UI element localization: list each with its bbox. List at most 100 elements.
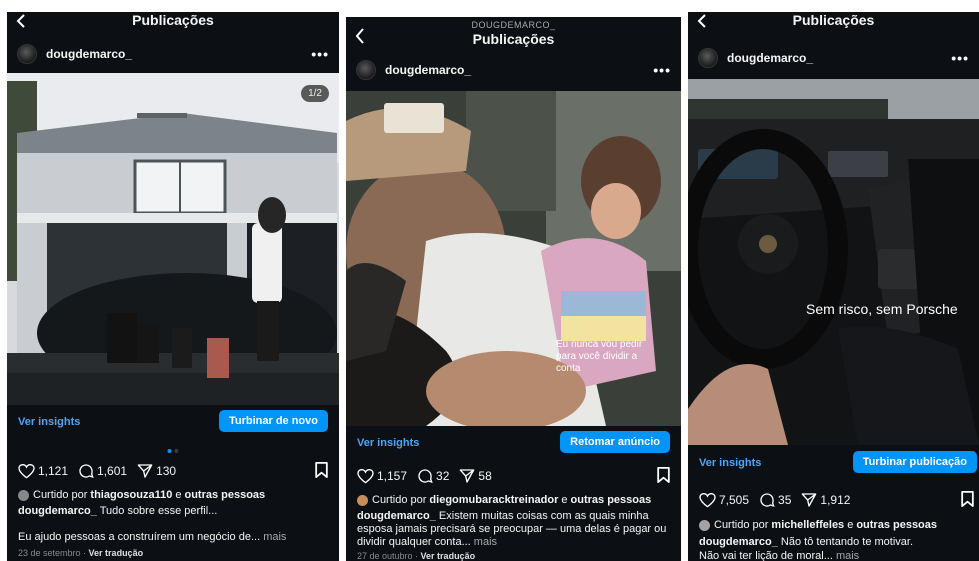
chevron-left-icon[interactable]	[15, 12, 29, 30]
comment-icon	[79, 464, 94, 479]
action-bar: 1,121 1,601 130	[18, 461, 328, 481]
carousel-dot	[174, 449, 179, 453]
translate-link[interactable]: Ver tradução	[421, 551, 476, 561]
view-insights-link[interactable]: Ver insights	[18, 416, 80, 428]
post-date: 23 de setembro	[18, 548, 81, 558]
photo-overlay-text: Eu nunca vou pedir para você dividir a c…	[556, 339, 643, 374]
more-link[interactable]: mais	[263, 531, 286, 543]
likes-count: 1,121	[38, 464, 69, 478]
action-bar: 7,505 35 1,912	[699, 490, 974, 510]
caption-continued: Eu ajudo pessoas a construírem um negóci…	[18, 531, 261, 543]
more-icon[interactable]: •••	[311, 46, 329, 62]
chevron-left-icon[interactable]	[696, 12, 710, 30]
bookmark-icon[interactable]	[315, 462, 328, 481]
more-icon[interactable]: •••	[951, 50, 969, 66]
caption-username[interactable]: dougdemarco_	[699, 536, 778, 548]
liked-user[interactable]: thiagosouza110	[90, 489, 172, 501]
shares-count: 1,912	[820, 493, 851, 507]
boost-post-button[interactable]: Turbinar publicação	[852, 451, 977, 473]
like-action[interactable]: 7,505	[699, 492, 750, 508]
liked-by[interactable]: Curtido por thiagosouza110 e outras pess…	[18, 489, 333, 501]
share-icon	[460, 469, 475, 483]
caption-text: Não tô tentando te motivar.	[780, 536, 914, 548]
caption-line-2: Não vai ter lição de moral... mais	[699, 550, 971, 561]
liked-others[interactable]: outras pessoas	[184, 489, 265, 501]
caption: dougdemarco_ Existem muitas coisas com a…	[357, 510, 673, 549]
more-icon[interactable]: •••	[653, 62, 671, 78]
liker-avatar	[18, 489, 29, 501]
caption-continued: Não vai ter lição de moral...	[699, 550, 833, 561]
shares-count: 58	[478, 469, 492, 483]
carousel-dots	[167, 449, 179, 453]
translate-link[interactable]: Ver tradução	[89, 548, 144, 558]
liked-conjunction: e	[561, 494, 568, 506]
share-action[interactable]: 1,912	[801, 492, 850, 508]
post-date-row: 27 de outubro · Ver tradução	[357, 551, 476, 561]
caption-username[interactable]: dougdemarco_	[357, 510, 436, 522]
liked-conjunction: e	[847, 519, 854, 531]
liked-others[interactable]: outras pessoas	[856, 519, 937, 531]
view-insights-link[interactable]: Ver insights	[357, 437, 419, 449]
comment-action[interactable]: 1,601	[78, 463, 127, 479]
caption: dougdemarco_ Tudo sobre esse perfil...	[18, 505, 331, 518]
liked-user[interactable]: diegomubaracktreinador	[429, 494, 558, 506]
view-insights-link[interactable]: Ver insights	[699, 457, 761, 469]
page-subtitle: DOUGDEMARCO_	[471, 20, 556, 30]
post-header: dougdemarco_ •••	[7, 39, 339, 69]
more-link[interactable]: mais	[474, 536, 497, 548]
post-image[interactable]: Sem risco, sem Porsche	[688, 79, 979, 445]
avatar[interactable]	[356, 60, 376, 80]
resume-ad-button[interactable]: Retomar anúncio	[560, 431, 670, 453]
post-image[interactable]: 1/2	[7, 73, 339, 405]
boost-again-button[interactable]: Turbinar de novo	[218, 410, 328, 432]
like-action[interactable]: 1,121	[18, 463, 69, 479]
insights-row: Ver insights Turbinar de novo	[7, 409, 339, 437]
comment-action[interactable]: 35	[759, 492, 791, 508]
share-icon	[802, 493, 817, 507]
like-action[interactable]: 1,157	[357, 468, 408, 484]
liked-prefix: Curtido por	[714, 519, 769, 531]
likes-count: 7,505	[719, 493, 750, 507]
liked-prefix: Curtido por	[33, 489, 88, 501]
caption-line-2: Eu ajudo pessoas a construírem um negóci…	[18, 531, 331, 544]
post-screen-3: Publicações dougdemarco_ ••• Sem risco, …	[688, 12, 979, 561]
liked-by[interactable]: Curtido por diegomubaracktreinador e out…	[357, 494, 675, 506]
comment-action[interactable]: 32	[417, 468, 449, 484]
caption: dougdemarco_ Não tô tentando te motivar.	[699, 536, 971, 549]
top-bar: DOUGDEMARCO_ Publicações	[346, 20, 681, 50]
post-screen-2: DOUGDEMARCO_ Publicações dougdemarco_ ••…	[346, 17, 681, 561]
comments-count: 32	[436, 469, 450, 483]
liker-avatar	[357, 494, 368, 506]
comments-count: 1,601	[97, 464, 128, 478]
liked-by[interactable]: Curtido por michelleffeles e outras pess…	[699, 519, 973, 531]
avatar[interactable]	[17, 44, 37, 64]
avatar[interactable]	[698, 48, 718, 68]
post-date-row: 23 de setembro · Ver tradução	[18, 548, 144, 558]
photo-overlay-text: Sem risco, sem Porsche	[806, 301, 958, 317]
more-link[interactable]: mais	[836, 550, 859, 561]
likes-count: 1,157	[377, 469, 408, 483]
insights-row: Ver insights Retomar anúncio	[346, 430, 681, 458]
carousel-dot-active	[167, 449, 172, 453]
heart-icon	[18, 463, 35, 478]
share-action[interactable]: 130	[137, 463, 176, 479]
comment-icon	[418, 469, 433, 484]
bookmark-icon[interactable]	[961, 491, 974, 510]
chevron-left-icon[interactable]	[354, 28, 368, 46]
liked-user[interactable]: michelleffeles	[771, 519, 844, 531]
username[interactable]: dougdemarco_	[385, 63, 471, 77]
bookmark-icon[interactable]	[657, 467, 670, 486]
share-action[interactable]: 58	[459, 468, 492, 484]
post-image[interactable]: Eu nunca vou pedir para você dividir a c…	[346, 91, 681, 426]
page-title: Publicações	[472, 31, 555, 47]
house-family-photo	[7, 73, 339, 405]
shares-count: 130	[156, 464, 177, 478]
liked-others[interactable]: outras pessoas	[571, 494, 652, 506]
top-bar: Publicações	[688, 12, 979, 42]
post-date: 27 de outubro	[357, 551, 413, 561]
username[interactable]: dougdemarco_	[727, 51, 813, 65]
username[interactable]: dougdemarco_	[46, 47, 132, 61]
caption-username[interactable]: dougdemarco_	[18, 505, 97, 517]
post-header: dougdemarco_ •••	[346, 55, 681, 85]
page-title: Publicações	[792, 12, 875, 28]
